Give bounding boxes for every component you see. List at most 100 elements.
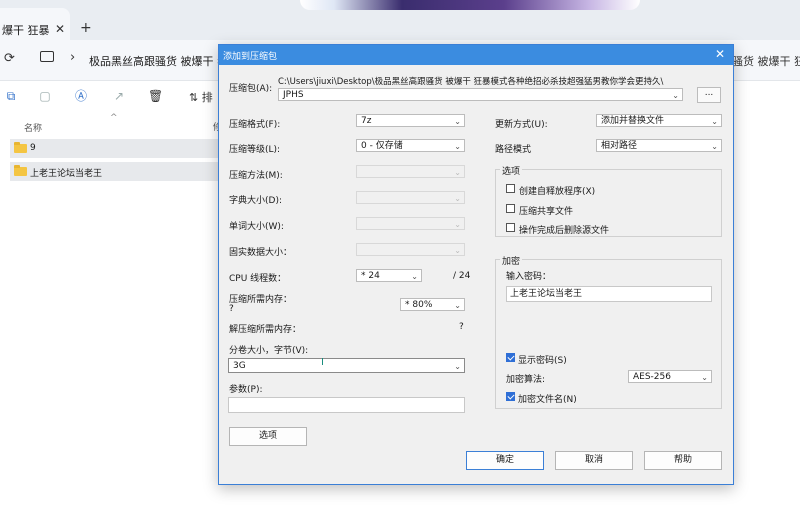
mem-decompress-value: ?	[459, 322, 464, 332]
add-to-archive-dialog: 添加到压缩包 ✕ 压缩包(A): C:\Users\jiuxi\Desktop\…	[218, 44, 734, 485]
volume-size-combo[interactable]: 3G ⌄	[228, 358, 465, 373]
tab-active[interactable]: 爆干 狂暴 ✕	[0, 8, 70, 40]
word-size-label: 单词大小(W):	[229, 222, 284, 232]
encrypt-names-checkbox[interactable]	[506, 392, 515, 401]
archive-label: 压缩包(A):	[229, 84, 273, 94]
paste-icon[interactable]: ▢	[38, 89, 52, 103]
chevron-down-icon: ⌄	[454, 117, 461, 126]
chevron-down-icon: ⌄	[411, 272, 418, 281]
chevron-down-icon: ⌄	[454, 301, 461, 310]
list-item[interactable]: 9 2	[10, 139, 228, 158]
tab-title: 爆干 狂暴	[2, 24, 50, 37]
chevron-down-icon: ⌄	[701, 373, 708, 382]
archive-path: C:\Users\jiuxi\Desktop\极品黑丝高跟骚货 被爆干 狂暴模式…	[278, 77, 664, 87]
sort-up-icon: ^	[110, 113, 118, 123]
options-group-title: 选项	[500, 164, 523, 177]
method-label: 压缩方法(M):	[229, 171, 283, 181]
breadcrumb-overflow: 骚货 被爆干 狂	[732, 55, 800, 68]
chevron-down-icon: ⌄	[711, 117, 718, 126]
encrypt-names-label[interactable]: 加密文件名(N)	[518, 392, 577, 405]
path-mode-value: 相对路径	[601, 141, 638, 151]
sort-button[interactable]: ⇅ 排	[189, 89, 213, 105]
encryption-group-title: 加密	[500, 254, 523, 267]
sfx-label[interactable]: 创建自释放程序(X)	[519, 184, 595, 197]
password-label: 输入密码：	[506, 272, 552, 282]
cpu-threads-select[interactable]: * 24 ⌄	[356, 269, 422, 282]
computer-icon[interactable]	[40, 51, 54, 62]
new-tab-icon[interactable]: +	[80, 20, 92, 36]
word-size-select[interactable]: ⌄	[356, 217, 465, 230]
chevron-down-icon: ⌄	[711, 142, 718, 151]
params-label: 参数(P):	[229, 385, 263, 395]
encryption-method-select[interactable]: AES-256 ⌄	[628, 370, 712, 383]
encryption-method-value: AES-256	[633, 372, 671, 382]
ok-button[interactable]: 确定	[466, 451, 544, 470]
solid-size-select[interactable]: ⌄	[356, 243, 465, 256]
method-select[interactable]: ⌄	[356, 165, 465, 178]
text-cursor-icon: I	[321, 357, 324, 368]
rename-icon[interactable]: Ⓐ	[74, 89, 88, 103]
show-password-checkbox[interactable]	[506, 353, 515, 362]
close-icon[interactable]: ✕	[715, 47, 725, 61]
solid-size-label: 固实数据大小：	[229, 248, 293, 258]
cpu-threads-value: * 24	[361, 271, 380, 281]
copy-icon[interactable]: ⧉	[4, 89, 18, 103]
level-value: 0 - 仅存储	[361, 141, 403, 151]
archive-name-combo[interactable]: JPHS ⌄	[278, 88, 683, 101]
path-mode-label: 路径模式	[495, 145, 532, 155]
options-button[interactable]: 选项	[229, 427, 307, 446]
list-item[interactable]: 上老王论坛当老王 2	[10, 162, 228, 181]
close-tab-icon[interactable]: ✕	[55, 22, 65, 36]
encryption-group: 加密 输入密码： 上老王论坛当老王 显示密码(S) 加密算法: AES-256 …	[495, 254, 722, 409]
mem-usage-select[interactable]: * 80% ⌄	[400, 298, 465, 311]
chevron-down-icon: ⌄	[672, 91, 679, 100]
delete-after-label[interactable]: 操作完成后删除源文件	[519, 223, 609, 236]
volume-size-label: 分卷大小，字节(V):	[229, 346, 309, 356]
shared-files-checkbox[interactable]	[506, 204, 515, 213]
chevron-down-icon: ⌄	[454, 194, 461, 203]
delete-icon[interactable]: 🗑	[148, 89, 163, 103]
share-icon[interactable]: ↗	[112, 89, 126, 103]
dialog-titlebar[interactable]: 添加到压缩包 ✕	[219, 45, 733, 65]
sfx-checkbox[interactable]	[506, 184, 515, 193]
path-mode-select[interactable]: 相对路径 ⌄	[596, 139, 722, 152]
shared-files-label[interactable]: 压缩共享文件	[519, 204, 573, 217]
update-mode-label: 更新方式(U):	[495, 120, 548, 130]
archive-name-value: JPHS	[283, 90, 304, 100]
update-mode-value: 添加并替换文件	[601, 116, 665, 126]
chevron-down-icon: ⌄	[454, 220, 461, 229]
breadcrumb-separator-icon: ›	[70, 50, 76, 65]
folder-icon	[14, 165, 27, 176]
mem-usage-value: * 80%	[405, 300, 433, 310]
file-name: 9	[30, 143, 36, 153]
update-mode-select[interactable]: 添加并替换文件 ⌄	[596, 114, 722, 127]
format-select[interactable]: 7z ⌄	[356, 114, 465, 127]
delete-after-checkbox[interactable]	[506, 223, 515, 232]
breadcrumb[interactable]: 极品黑丝高跟骚货 被爆干 狂	[89, 53, 228, 69]
mem-decompress-label: 解压缩所需内存：	[229, 325, 302, 335]
banner-image	[300, 0, 640, 10]
options-group: 选项 创建自释放程序(X) 压缩共享文件 操作完成后删除源文件	[495, 164, 722, 237]
dict-size-label: 字典大小(D):	[229, 196, 282, 206]
browse-button[interactable]: ...	[697, 87, 721, 103]
refresh-icon[interactable]: ⟳	[4, 51, 15, 66]
mem-compress-value: ?	[229, 304, 234, 314]
cancel-button[interactable]: 取消	[555, 451, 633, 470]
params-input[interactable]	[228, 397, 465, 413]
level-label: 压缩等级(L):	[229, 145, 281, 155]
help-button[interactable]: 帮助	[644, 451, 722, 470]
chevron-down-icon: ⌄	[454, 362, 461, 371]
show-password-label[interactable]: 显示密码(S)	[518, 353, 567, 366]
tab-bar: 爆干 狂暴 ✕ +	[0, 0, 800, 40]
column-header-name[interactable]: 名称	[24, 121, 42, 134]
mem-compress-label: 压缩所需内存：	[229, 295, 293, 305]
file-list: ^ 名称 修 9 2 上老王论坛当老王 2	[0, 113, 230, 515]
chevron-down-icon: ⌄	[454, 246, 461, 255]
dict-size-select[interactable]: ⌄	[356, 191, 465, 204]
cpu-threads-total: / 24	[453, 271, 471, 281]
cpu-threads-label: CPU 线程数：	[229, 274, 287, 284]
level-select[interactable]: 0 - 仅存储 ⌄	[356, 139, 465, 152]
folder-icon	[14, 142, 27, 153]
password-input[interactable]: 上老王论坛当老王	[506, 286, 712, 302]
file-name: 上老王论坛当老王	[30, 169, 103, 179]
